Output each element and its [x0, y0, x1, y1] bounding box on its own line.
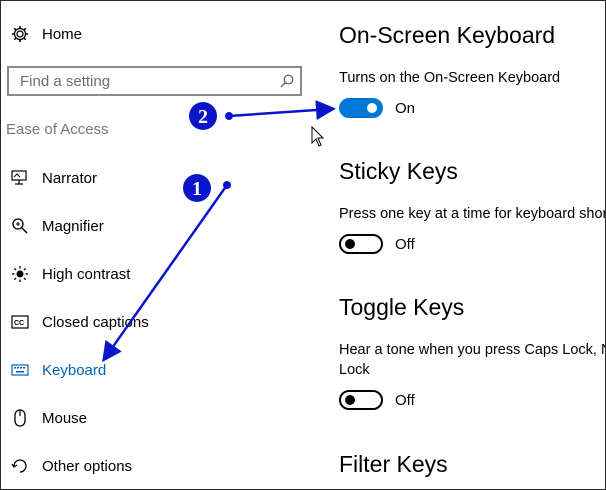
step-2-number: 2 [198, 106, 208, 128]
arrow-2 [228, 100, 336, 121]
arrow-1 [102, 184, 229, 363]
arrow-1-origin [223, 181, 231, 189]
cursor-icon [311, 125, 325, 147]
annotation-overlay: 1 2 [102, 100, 336, 363]
step-1-number: 1 [192, 178, 202, 200]
settings-window: Home Find a setting Ease of Access Narra… [0, 0, 606, 490]
arrow-2-origin [225, 112, 233, 120]
